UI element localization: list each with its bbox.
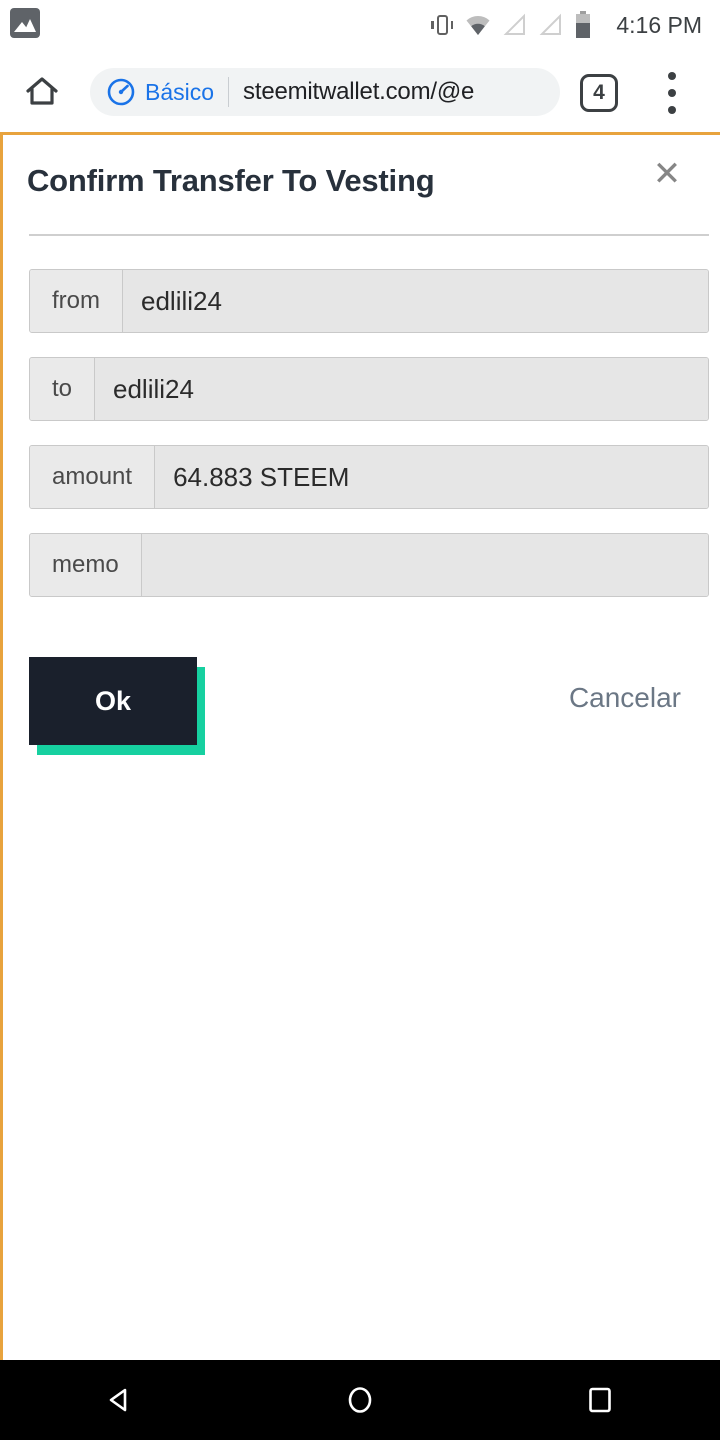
- field-row-memo: memo: [29, 533, 709, 597]
- signal-icon-2: [539, 13, 561, 35]
- tab-count-label: 4: [593, 81, 605, 104]
- field-label-to: to: [30, 358, 96, 420]
- battery-icon: [576, 11, 590, 38]
- lite-mode-label: Básico: [145, 78, 215, 105]
- status-bar-clock: 4:16 PM: [616, 11, 702, 38]
- field-label-amount: amount: [30, 446, 156, 508]
- field-row-to: to edlili24: [29, 357, 709, 421]
- field-label-memo: memo: [30, 534, 142, 596]
- signal-icon-1: [503, 13, 525, 35]
- ok-button[interactable]: Ok: [29, 657, 197, 745]
- url-bar[interactable]: Básico steemitwallet.com/@e: [90, 68, 560, 116]
- field-value-memo: [141, 534, 708, 596]
- status-bar: 4:16 PM: [0, 0, 720, 50]
- cancel-button[interactable]: Cancelar: [569, 682, 681, 714]
- image-notification-icon: [10, 8, 40, 38]
- field-value-amount: 64.883 STEEM: [155, 446, 708, 508]
- android-nav-bar: [0, 1360, 720, 1440]
- web-content: Confirm Transfer To Vesting ✕ from edlil…: [0, 132, 720, 1360]
- url-divider: [228, 77, 230, 107]
- title-divider: [29, 234, 709, 236]
- nav-back-button[interactable]: [60, 1360, 180, 1440]
- nav-recents-button[interactable]: [540, 1360, 660, 1440]
- tab-counter-button[interactable]: 4: [580, 74, 618, 112]
- back-triangle-icon: [109, 1388, 127, 1412]
- browser-toolbar: Básico steemitwallet.com/@e 4: [0, 50, 720, 132]
- lite-mode-badge[interactable]: Básico: [90, 77, 214, 107]
- overflow-menu-icon[interactable]: [658, 72, 686, 114]
- ok-button-wrapper: Ok: [29, 657, 205, 755]
- vibrate-icon: [430, 12, 454, 38]
- home-icon: [26, 77, 58, 105]
- field-row-from: from edlili24: [29, 269, 709, 333]
- status-icons: [430, 0, 592, 50]
- field-value-to: edlili24: [95, 358, 708, 420]
- phone-screen: 4:16 PM Básico steemitwallet.com/@e 4 Co…: [0, 0, 720, 1440]
- field-row-amount: amount 64.883 STEEM: [29, 445, 709, 509]
- dialog-actions: Ok Cancelar: [29, 657, 709, 767]
- page-title: Confirm Transfer To Vesting: [27, 163, 435, 198]
- nav-home-button[interactable]: [300, 1360, 420, 1440]
- close-icon[interactable]: ✕: [647, 157, 687, 197]
- url-text: steemitwallet.com/@e: [243, 78, 475, 105]
- speedometer-icon: [107, 78, 135, 106]
- transfer-fields: from edlili24 to edlili24 amount 64.883 …: [29, 269, 709, 621]
- wifi-icon: [466, 16, 490, 35]
- home-button[interactable]: [16, 66, 68, 118]
- home-circle-icon: [348, 1387, 372, 1413]
- field-label-from: from: [30, 270, 123, 332]
- field-value-from: edlili24: [123, 270, 708, 332]
- recents-square-icon: [589, 1387, 611, 1413]
- dialog-header: Confirm Transfer To Vesting ✕: [3, 135, 720, 221]
